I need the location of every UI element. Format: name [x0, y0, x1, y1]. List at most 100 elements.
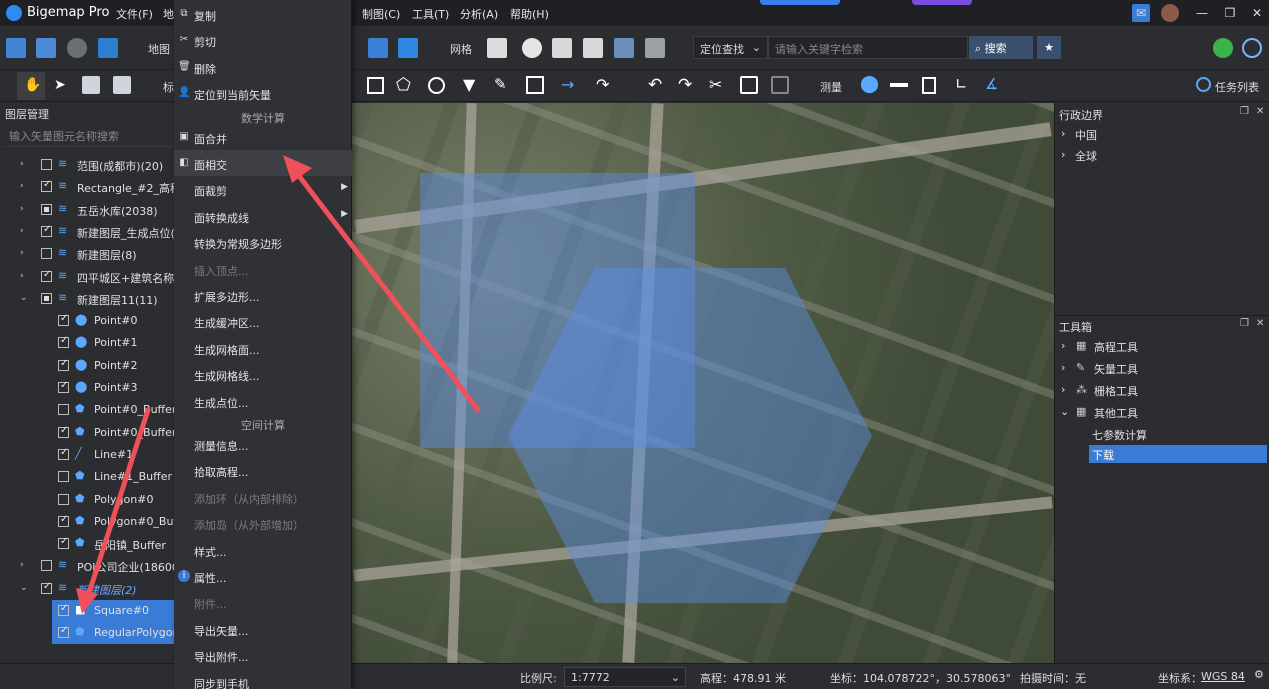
close-icon[interactable]: ✕: [1248, 4, 1266, 22]
layer-checkbox[interactable]: [41, 248, 52, 259]
toolbox-seven-params[interactable]: 七参数计算: [1092, 427, 1147, 443]
search-button[interactable]: ⌕ 搜索: [969, 36, 1033, 59]
context-menu-item[interactable]: 导出矢量...: [174, 616, 352, 642]
line-tool-icon[interactable]: ✎: [494, 75, 507, 93]
menu-help[interactable]: 帮助(H): [510, 6, 549, 22]
layer-search-input[interactable]: 输入矢量图元名称搜索: [3, 123, 173, 147]
layer-tree-row[interactable]: ⬟ 岳阳镇_Buffer: [0, 533, 175, 555]
toolbox-close-icon[interactable]: ✕: [1256, 318, 1264, 329]
location-pin-icon[interactable]: ⬤: [860, 74, 879, 94]
layer-checkbox[interactable]: [58, 514, 69, 527]
screenshot-icon[interactable]: [82, 76, 100, 94]
map-view[interactable]: [352, 103, 1054, 663]
layer-tree-row[interactable]: › ≋ 五岳水库(2038): [0, 199, 175, 221]
layer-checkbox[interactable]: [41, 179, 52, 192]
save-icon[interactable]: [36, 38, 56, 58]
other-tools-caret-icon[interactable]: ⌄: [1060, 405, 1069, 418]
expand-caret-icon[interactable]: ›: [20, 271, 24, 281]
menu-file[interactable]: 文件(F): [116, 6, 153, 22]
context-menu-item[interactable]: 样式...: [174, 537, 352, 563]
layer-checkbox[interactable]: [58, 536, 69, 549]
settings-gear-icon[interactable]: ⚙: [1254, 668, 1264, 681]
layer-checkbox[interactable]: [58, 335, 69, 348]
context-menu-item[interactable]: 拾取高程...: [174, 457, 352, 483]
maximize-icon[interactable]: ❐: [1221, 4, 1239, 22]
context-menu-item[interactable]: 扩展多边形...: [174, 282, 352, 308]
layer-checkbox[interactable]: [58, 603, 69, 616]
expand-caret-icon[interactable]: ›: [20, 159, 24, 169]
layer-tree-row[interactable]: ■ Square#0: [52, 600, 174, 622]
expand-caret-icon[interactable]: ›: [20, 248, 24, 258]
layer-checkbox[interactable]: [41, 269, 52, 282]
layer-tree-row[interactable]: › ≋ Rectangle_#2_高程: [0, 176, 175, 198]
context-menu-item[interactable]: 面转换成线 ▶: [174, 203, 352, 229]
context-menu-item[interactable]: 生成点位...: [174, 388, 352, 414]
area-measure-icon[interactable]: [922, 77, 936, 94]
pan-hand-icon[interactable]: ✋: [17, 72, 45, 100]
select-list-icon[interactable]: [740, 76, 758, 94]
utm-grid-icon[interactable]: [552, 38, 572, 58]
layer-checkbox[interactable]: [58, 494, 69, 505]
context-menu-item[interactable]: 面裁剪 ▶: [174, 176, 352, 202]
layer-tree-row[interactable]: › ≋ POI公司企业(18600: [0, 555, 175, 577]
mgrs-grid-icon[interactable]: [583, 38, 603, 58]
favorite-star-icon[interactable]: ★: [1037, 36, 1061, 59]
layer-checkbox[interactable]: [58, 380, 69, 393]
vector-tools-caret-icon[interactable]: ›: [1061, 361, 1065, 374]
scale-select[interactable]: 1:7772 ⌄: [564, 667, 686, 687]
layer-checkbox[interactable]: [58, 625, 69, 638]
toolbox-raster-tools[interactable]: 栅格工具: [1094, 383, 1138, 399]
search-input[interactable]: 请输入关键字检索: [768, 36, 968, 59]
expand-caret-icon[interactable]: ⌄: [20, 293, 28, 303]
task-list-icon[interactable]: [1196, 77, 1211, 92]
context-menu-item[interactable]: ⧉ 复制: [174, 1, 352, 27]
avatar[interactable]: [1161, 4, 1179, 22]
layer-tree-row[interactable]: ⬟ Line#1_Buffer: [0, 466, 175, 488]
menu-analysis[interactable]: 分析(A): [460, 6, 498, 22]
layer-checkbox[interactable]: [58, 425, 69, 438]
toolbox-restore-icon[interactable]: ❐: [1240, 318, 1249, 329]
elevation-tools-caret-icon[interactable]: ›: [1061, 339, 1065, 352]
layer-tree-row[interactable]: ╱ Line#1: [0, 444, 175, 466]
admin-restore-icon[interactable]: ❐: [1240, 106, 1249, 117]
layer-tree-row[interactable]: › ≋ 新建图层(8): [0, 243, 175, 265]
marker-tool-icon[interactable]: ▼: [463, 75, 475, 94]
latlng-grid-icon[interactable]: [522, 38, 542, 58]
pentagon-tool-icon[interactable]: ⬠: [396, 75, 411, 95]
raster-tools-caret-icon[interactable]: ›: [1061, 383, 1065, 396]
undo-icon[interactable]: ↶: [648, 75, 662, 95]
menu-tools[interactable]: 工具(T): [412, 6, 449, 22]
clear-brush-icon[interactable]: [645, 38, 665, 58]
layer-tree-row[interactable]: ⬟ RegularPolygon: [52, 622, 175, 644]
arrow-tool-icon[interactable]: →: [561, 75, 574, 94]
context-menu-item[interactable]: 生成网格面...: [174, 335, 352, 361]
layer-tree-row[interactable]: › ≋ 新建图层_生成点位(: [0, 221, 175, 243]
select-area-icon[interactable]: [368, 38, 388, 58]
layer-tree-row[interactable]: ⬤ Point#2: [0, 355, 175, 377]
context-menu-item[interactable]: ◧ 面相交: [174, 150, 352, 176]
image-icon[interactable]: [98, 38, 118, 58]
menu-cartography[interactable]: 制图(C): [362, 6, 400, 22]
admin-global-caret-icon[interactable]: ›: [1061, 148, 1065, 161]
expand-caret-icon[interactable]: ›: [20, 181, 24, 191]
layer-tree-row[interactable]: ⬤ Point#3: [0, 377, 175, 399]
layer-tree-row[interactable]: ⌄ ≋ 新建图层(2): [0, 578, 175, 600]
context-menu-item[interactable]: ✂ 剪切: [174, 27, 352, 53]
context-menu-item[interactable]: 生成缓冲区...: [174, 308, 352, 334]
context-menu-item[interactable]: 导出附件...: [174, 642, 352, 668]
home-icon[interactable]: [113, 76, 131, 94]
toolbox-download[interactable]: 下载: [1092, 447, 1114, 463]
context-menu-item[interactable]: 👤 定位到当前矢量: [174, 80, 352, 106]
expand-caret-icon[interactable]: ⌄: [20, 583, 28, 593]
list-icon[interactable]: [771, 76, 789, 94]
admin-close-icon[interactable]: ✕: [1256, 106, 1264, 117]
layer-checkbox[interactable]: [41, 560, 52, 571]
layer-checkbox[interactable]: [41, 293, 52, 304]
expand-caret-icon[interactable]: ›: [20, 226, 24, 236]
layer-tree-row[interactable]: › ≋ 四平城区+建筑名称: [0, 266, 175, 288]
minimize-icon[interactable]: —: [1193, 4, 1211, 22]
layer-tree-row[interactable]: ⬤ Point#1: [0, 332, 175, 354]
circle-tool-icon[interactable]: [428, 77, 445, 94]
angle-measure-icon[interactable]: ∟: [955, 75, 968, 93]
admin-item-global[interactable]: 全球: [1075, 148, 1097, 164]
